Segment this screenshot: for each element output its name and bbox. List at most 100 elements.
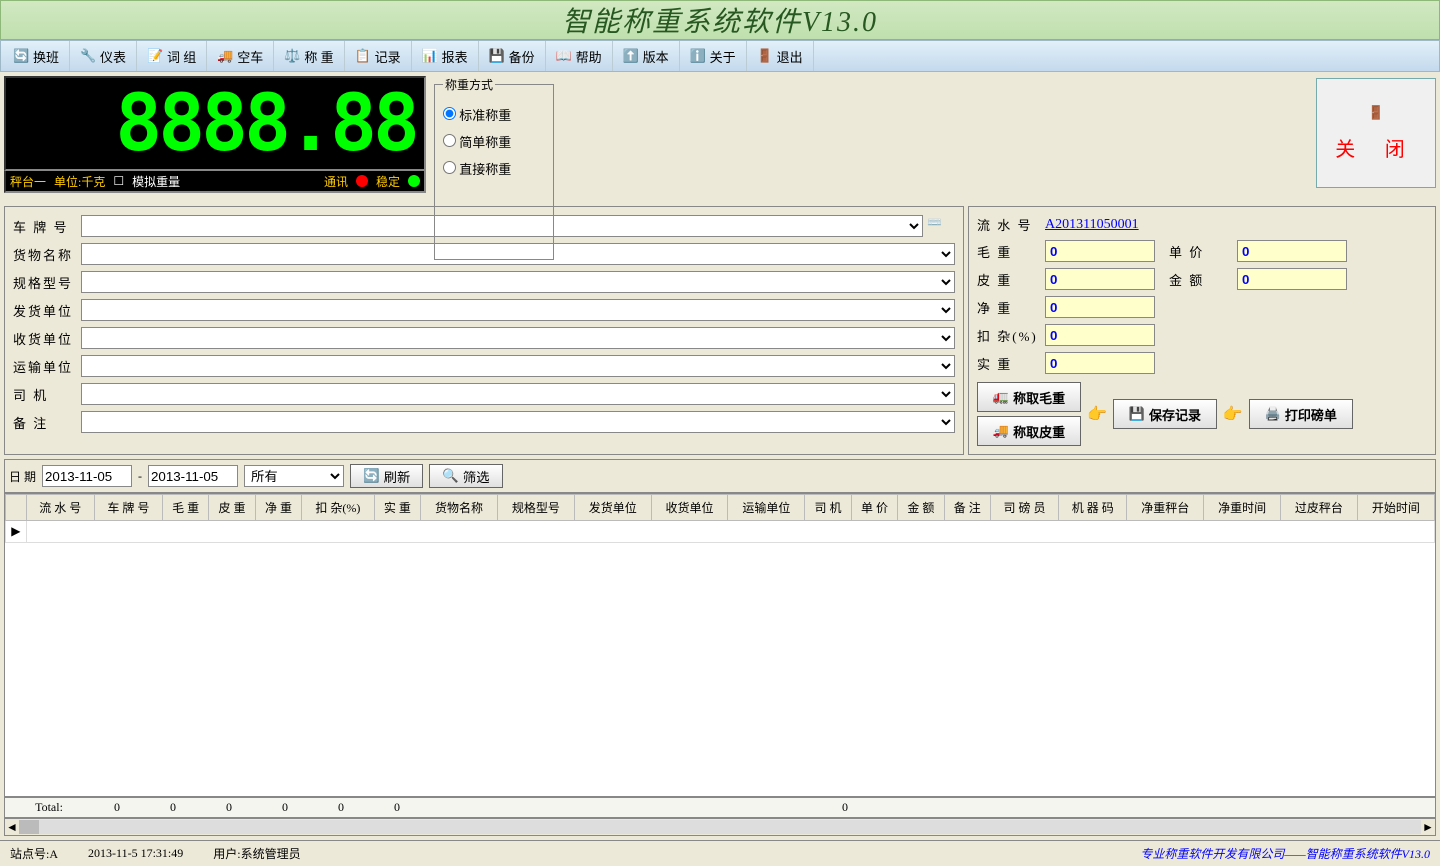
comm-dot-icon	[356, 175, 368, 187]
comm-label: 通讯	[324, 173, 348, 190]
col-header[interactable]: 实 重	[374, 495, 420, 521]
date-to[interactable]	[148, 465, 238, 487]
mode-0[interactable]: 标准称重	[443, 105, 545, 124]
tare-input[interactable]	[1045, 268, 1155, 290]
col-header[interactable]: 备 注	[944, 495, 990, 521]
lcd-value: 8888.88	[115, 79, 416, 169]
net-input[interactable]	[1045, 296, 1155, 318]
col-header[interactable]: 开始时间	[1357, 495, 1434, 521]
title-bar: 智能称重系统软件V13.0	[0, 0, 1440, 40]
col-header[interactable]: 收货单位	[651, 495, 728, 521]
tool-icon: 📖	[556, 48, 572, 64]
net-label: 净 重	[977, 298, 1041, 317]
date-label: 日 期	[9, 468, 36, 485]
records-grid[interactable]: 流 水 号车 牌 号毛 重皮 重净 重扣 杂(%)实 重货物名称规格型号发货单位…	[4, 493, 1436, 797]
col-header[interactable]: 车 牌 号	[94, 495, 162, 521]
weigh-mode-title: 称重方式	[443, 76, 495, 93]
field-combo-4[interactable]	[81, 327, 955, 349]
toolbar-空车[interactable]: 🚚空车	[207, 41, 274, 71]
col-header[interactable]: 运输单位	[728, 495, 805, 521]
col-header[interactable]: 规格型号	[497, 495, 574, 521]
close-button[interactable]: 🚪 关 闭	[1316, 78, 1436, 188]
col-header[interactable]: 扣 杂(%)	[302, 495, 374, 521]
toolbar-换班[interactable]: 🔄换班	[3, 41, 70, 71]
field-label: 收货单位	[13, 329, 77, 348]
tool-icon: ⬆️	[623, 48, 639, 64]
col-header[interactable]: 货物名称	[421, 495, 498, 521]
table-row[interactable]: ▶	[6, 521, 1435, 543]
toolbar-词 组[interactable]: 📝词 组	[137, 41, 207, 71]
col-header[interactable]	[6, 495, 27, 521]
amount-label: 金 额	[1169, 270, 1233, 289]
time-label: 2013-11-5 17:31:49	[88, 846, 183, 861]
truck-icon: 🚛	[993, 389, 1009, 405]
print-button[interactable]: 🖨️打印磅单	[1249, 399, 1353, 429]
tool-icon: 🚚	[217, 48, 233, 64]
stable-label: 稳定	[376, 173, 400, 190]
tare-label: 皮 重	[977, 270, 1041, 289]
amount-input[interactable]	[1237, 268, 1347, 290]
col-header[interactable]: 司 机	[805, 495, 851, 521]
tool-icon: 💾	[489, 48, 505, 64]
main-toolbar: 🔄换班🔧仪表📝词 组🚚空车⚖️称 重📋记录📊报表💾备份📖帮助⬆️版本ℹ️关于🚪退…	[0, 40, 1440, 72]
field-combo-6[interactable]	[81, 383, 955, 405]
field-combo-7[interactable]	[81, 411, 955, 433]
toolbar-称 重[interactable]: ⚖️称 重	[274, 41, 344, 71]
deduct-label: 扣 杂(%)	[977, 326, 1041, 345]
tool-icon: 🚪	[757, 48, 773, 64]
truck-icon: 🚚	[993, 423, 1009, 439]
col-header[interactable]: 司 磅 员	[990, 495, 1058, 521]
toolbar-退出[interactable]: 🚪退出	[747, 41, 814, 71]
status-bar: 站点号:A 2013-11-5 17:31:49 用户:系统管理员 专业称重软件…	[0, 840, 1440, 866]
lcd-status: 秤台一 单位:千克 ☐ 模拟重量 通讯 稳定	[4, 171, 426, 193]
tool-icon: 🔧	[80, 48, 96, 64]
save-button[interactable]: 💾保存记录	[1113, 399, 1217, 429]
mode-1[interactable]: 简单称重	[443, 132, 545, 151]
col-header[interactable]: 单 价	[851, 495, 897, 521]
filter-button[interactable]: 🔍筛选	[429, 464, 502, 488]
col-header[interactable]: 流 水 号	[26, 495, 94, 521]
refresh-button[interactable]: 🔄刷新	[350, 464, 423, 488]
stable-dot-icon	[408, 175, 420, 187]
col-header[interactable]: 过皮秤台	[1281, 495, 1358, 521]
field-combo-5[interactable]	[81, 355, 955, 377]
toolbar-备份[interactable]: 💾备份	[479, 41, 546, 71]
actual-label: 实 重	[977, 354, 1041, 373]
tool-icon: 🔄	[13, 48, 29, 64]
col-header[interactable]: 净 重	[255, 495, 301, 521]
field-label: 备 注	[13, 413, 77, 432]
col-header[interactable]: 机 器 码	[1059, 495, 1127, 521]
totals-row: Total: 0000000	[4, 797, 1436, 818]
col-header[interactable]: 皮 重	[209, 495, 255, 521]
toolbar-记录[interactable]: 📋记录	[345, 41, 412, 71]
tare-button[interactable]: 🚚称取皮重	[977, 416, 1081, 446]
gross-button[interactable]: 🚛称取毛重	[977, 382, 1081, 412]
filter-all-combo[interactable]: 所有	[244, 465, 344, 487]
user-label: 用户:系统管理员	[213, 845, 300, 862]
date-from[interactable]	[42, 465, 132, 487]
tool-icon: ⚖️	[284, 48, 300, 64]
field-combo-2[interactable]	[81, 271, 955, 293]
unit-label: 单位:千克	[54, 173, 105, 190]
lcd-panel: 8888.88 秤台一 单位:千克 ☐ 模拟重量 通讯 稳定	[0, 72, 430, 264]
toolbar-报表[interactable]: 📊报表	[412, 41, 479, 71]
horizontal-scrollbar[interactable]: ◄►	[4, 818, 1436, 836]
col-header[interactable]: 净重时间	[1204, 495, 1281, 521]
col-header[interactable]: 毛 重	[162, 495, 208, 521]
mode-2[interactable]: 直接称重	[443, 159, 545, 178]
toolbar-关于[interactable]: ℹ️关于	[680, 41, 747, 71]
col-header[interactable]: 净重秤台	[1127, 495, 1204, 521]
filter-bar: 日 期 - 所有 🔄刷新 🔍筛选	[4, 459, 1436, 493]
print-icon: 🖨️	[1265, 406, 1281, 422]
field-combo-3[interactable]	[81, 299, 955, 321]
deduct-input[interactable]	[1045, 324, 1155, 346]
col-header[interactable]: 金 额	[898, 495, 944, 521]
toolbar-版本[interactable]: ⬆️版本	[613, 41, 680, 71]
col-header[interactable]: 发货单位	[574, 495, 651, 521]
actual-input[interactable]	[1045, 352, 1155, 374]
field-label: 规格型号	[13, 273, 77, 292]
refresh-icon: 🔄	[363, 468, 380, 484]
toolbar-仪表[interactable]: 🔧仪表	[70, 41, 137, 71]
save-icon: 💾	[1129, 406, 1145, 422]
toolbar-帮助[interactable]: 📖帮助	[546, 41, 613, 71]
